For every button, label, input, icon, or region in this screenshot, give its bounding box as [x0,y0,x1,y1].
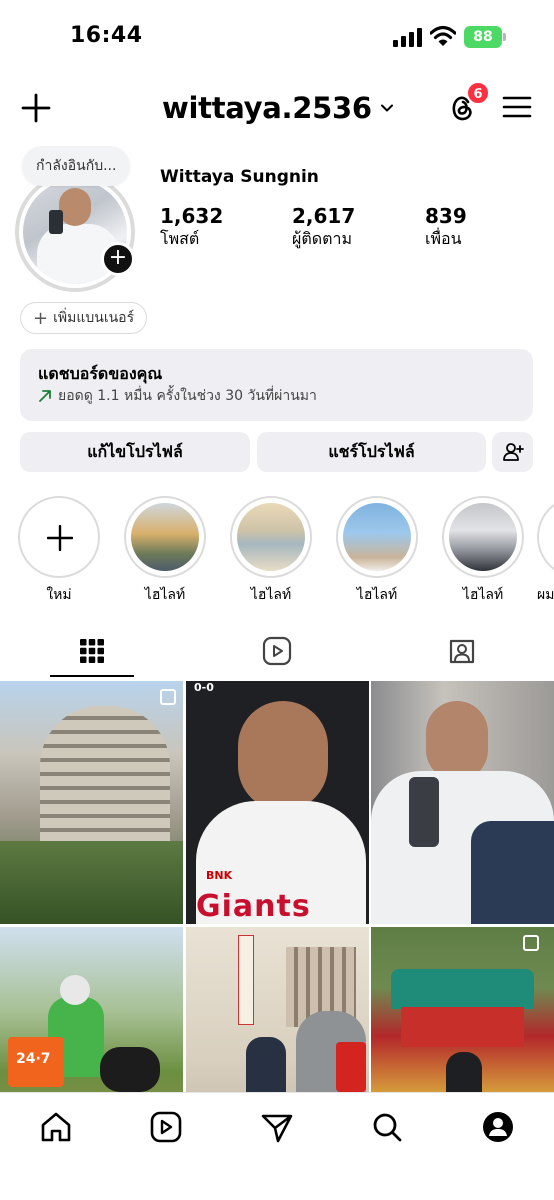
discover-people-button[interactable] [492,432,533,472]
stat-followers[interactable]: 2,617 ผู้ติดตาม [292,204,355,250]
post-thumbnail[interactable] [371,927,554,1092]
stat-value: 1,632 [160,204,224,228]
dashboard-subtitle: ยอดดู 1.1 หมื่น ครั้งในช่วง 30 วันที่ผ่า… [58,388,317,404]
menu-icon[interactable] [502,94,532,120]
stat-label: เพื่อน [425,229,462,248]
score-label: 0-0 [194,681,214,694]
reels-icon[interactable] [148,1109,184,1145]
add-person-icon [502,443,524,461]
highlight-item[interactable]: ผม [537,496,554,604]
status-time: 16:44 [70,23,143,48]
share-profile-button[interactable]: แชร์โปรไฟล์ [257,432,486,472]
profile-icon[interactable] [480,1109,516,1145]
tagged-icon [449,639,475,664]
search-icon[interactable] [369,1109,405,1145]
highlight-label: ไฮไลท์ [462,587,504,603]
add-banner-button[interactable]: + เพิ่มแบนเนอร์ [20,302,148,334]
jersey-text: Giants [196,889,311,924]
highlight-label: ไฮไลท์ [356,587,398,603]
wifi-icon [430,25,456,46]
post-thumbnail[interactable] [0,681,183,924]
post-thumbnail[interactable] [186,927,369,1092]
edit-profile-button[interactable]: แก้ไขโปรไฟล์ [20,432,250,472]
highlight-label: ผม [537,587,554,603]
delivery-box-label: 24·7 [16,1051,51,1067]
highlight-new-circle [18,496,100,578]
stat-posts[interactable]: 1,632 โพสต์ [160,204,223,250]
jersey-sponsor: BNK [206,869,233,882]
create-plus-icon[interactable] [20,92,52,124]
dashboard-title: แดชบอร์ดของคุณ [38,364,163,383]
plus-icon [47,525,73,551]
stat-friends[interactable]: 839 เพื่อน [425,204,467,250]
grid-icon [80,639,104,663]
add-banner-label: เพิ่มแบนเนอร์ [53,310,135,326]
highlight-new[interactable]: ใหม่ [17,496,101,604]
display-name: Wittaya Sungnin [160,167,319,187]
professional-dashboard[interactable]: แดชบอร์ดของคุณ ยอดดู 1.1 หมื่น ครั้งในช่… [20,349,533,421]
plus-icon: + [33,307,49,329]
tab-reels[interactable] [185,622,369,680]
profile-tabs [0,622,554,680]
chevron-down-icon [380,104,393,112]
trend-arrow-icon [39,390,51,402]
tab-tagged[interactable] [370,622,554,680]
add-story-button[interactable]: + [101,242,135,276]
cellular-signal-icon [393,27,423,47]
messages-icon[interactable] [259,1109,295,1145]
post-thumbnail[interactable]: 0-0 BNK Giants [186,681,369,924]
stat-value: 839 [425,204,467,228]
highlight-item[interactable]: ไฮไลท์ [335,496,419,604]
status-bar: 16:44 88 [0,0,554,70]
stat-label: ผู้ติดตาม [292,229,353,248]
highlight-label: ใหม่ [46,587,72,603]
tab-posts-grid[interactable] [0,622,184,680]
highlight-label: ไฮไลท์ [250,587,292,603]
note-bubble[interactable]: กำลังอินกับ... [22,146,131,186]
stat-value: 2,617 [292,204,356,228]
threads-notification-badge: 6 [466,81,490,105]
username: wittaya.2536 [162,91,372,125]
post-thumbnail[interactable] [371,681,554,924]
home-icon[interactable] [38,1109,74,1145]
bottom-navigation [0,1092,554,1200]
reels-icon [262,636,292,666]
battery-level: 88 [464,26,502,48]
post-thumbnail[interactable]: 24·7 [0,927,183,1092]
battery-icon: 88 [464,26,506,48]
posts-grid: 0-0 BNK Giants 24·7 [0,681,554,1092]
stat-label: โพสต์ [160,229,200,248]
active-tab-indicator [50,675,134,677]
highlight-item[interactable]: ไฮไลท์ [441,496,525,604]
highlight-item[interactable]: ไฮไลท์ [123,496,207,604]
highlight-label: ไฮไลท์ [144,587,186,603]
highlight-item[interactable]: ไฮไลท์ [229,496,313,604]
account-switcher[interactable]: wittaya.2536 [162,88,394,128]
